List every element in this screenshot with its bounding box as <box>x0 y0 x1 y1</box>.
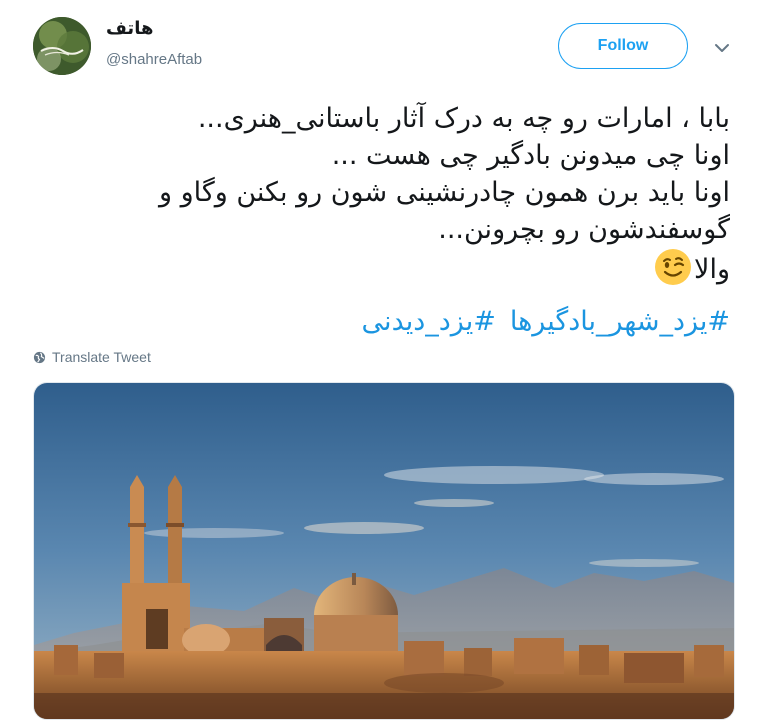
tweet-text-line: گوسفندشون رو بچرونن... <box>438 214 730 245</box>
tweet-text-line-last: والا <box>30 248 730 288</box>
yazd-skyline-image <box>34 383 734 719</box>
translate-tweet-link[interactable]: Translate Tweet <box>33 349 151 365</box>
hashtag-link[interactable]: #یزد_شهر_بادگیرها <box>510 306 730 337</box>
globe-icon <box>33 351 46 363</box>
more-options-chevron-icon[interactable] <box>711 38 733 58</box>
tweet-text-line: بابا ، امارات رو چه به درک آثار باستانی_… <box>197 103 730 134</box>
hashtag-row: #یزد_شهر_بادگیرها #یزد_دیدنی <box>348 303 730 340</box>
hashtag-link[interactable]: #یزد_دیدنی <box>362 306 496 337</box>
tweet-text-word: والا <box>694 254 730 285</box>
winking-face-emoji-icon <box>654 248 692 286</box>
tweet-photo[interactable] <box>33 382 735 720</box>
author-handle[interactable]: @shahreAftab <box>106 51 202 68</box>
tweet-text: بابا ، امارات رو چه به درک آثار باستانی_… <box>30 100 730 288</box>
tweet-text-line: اونا باید برن همون چادرنشینی شون رو بکنن… <box>159 177 730 208</box>
tweet-text-line: اونا چی میدونن بادگیر چی هست ... <box>331 140 730 171</box>
follow-button[interactable]: Follow <box>558 23 688 69</box>
avatar[interactable] <box>33 17 91 75</box>
translate-label: Translate Tweet <box>52 349 151 365</box>
author-display-name[interactable]: هاتف <box>106 18 153 39</box>
avatar-image <box>33 17 91 75</box>
